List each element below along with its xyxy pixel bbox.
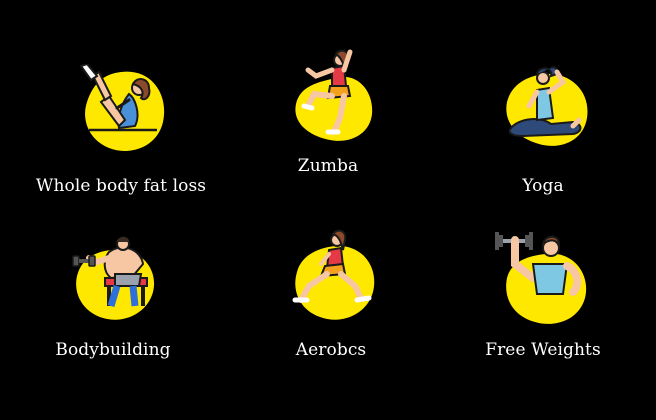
activity-grid: Whole body fat loss Zumba Yoga Bodybuild… [0,0,656,420]
activity-label: Whole body fat loss [35,176,207,196]
activity-label: Free Weights [485,340,601,360]
activity-label: Yoga [522,176,564,196]
activity-card-whole-body-fat-loss[interactable]: Whole body fat loss [21,64,221,234]
activity-card-free-weights[interactable]: Free Weights [443,228,643,398]
weightlifter-icon [495,232,587,324]
activity-label: Aerobcs [295,340,367,360]
activity-card-yoga[interactable]: Yoga [443,64,643,234]
activity-card-aerobcs[interactable]: Aerobcs [231,228,431,398]
lunge-icon [292,229,375,320]
situp-icon [79,64,165,151]
activity-card-bodybuilding[interactable]: Bodybuilding [13,228,213,398]
zumba-dancer-icon [295,49,373,141]
yoga-pose-icon [506,66,588,146]
activity-card-zumba[interactable]: Zumba [228,44,428,214]
activity-label: Zumba [297,156,359,176]
dumbbell-curl-icon [72,236,155,320]
activity-label: Bodybuilding [55,340,171,360]
